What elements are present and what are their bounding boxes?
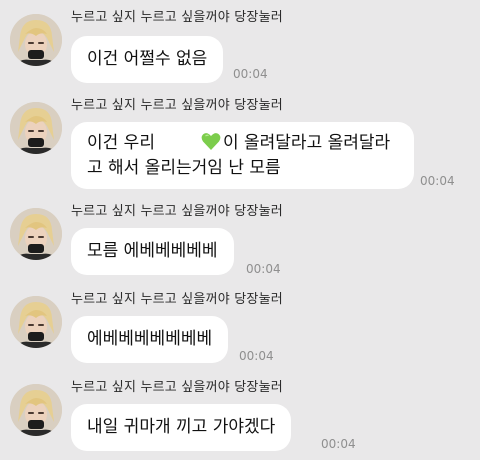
sender-name: 누르고 싶지 누르고 싶을꺼야 당장눌러 bbox=[71, 204, 283, 219]
message-bubble[interactable]: 이건 어쩔수 없음 bbox=[71, 36, 224, 83]
avatar[interactable] bbox=[10, 384, 62, 436]
message-time: 00:04 bbox=[321, 437, 356, 451]
message-text: 내일 귀마개 끼고 가야겠다 bbox=[87, 417, 276, 437]
message-time: 00:04 bbox=[233, 67, 268, 81]
avatar[interactable] bbox=[10, 102, 62, 154]
message-text: 모름 에베베베베베 bbox=[87, 241, 218, 261]
message-bubble[interactable]: 내일 귀마개 끼고 가야겠다 bbox=[71, 404, 292, 451]
message-time: 00:04 bbox=[420, 174, 455, 188]
message-line: 이건 우리 이 올려달라고 올려달라 bbox=[87, 131, 398, 156]
message-bubble[interactable]: 이건 우리 이 올려달라고 올려달라 고 해서 올리는거임 난 모름 bbox=[71, 122, 414, 189]
message-text: 이건 우리 bbox=[87, 133, 155, 153]
chat-area: 누르고 싶지 누르고 싶을꺼야 당장눌러 이건 어쩔수 없음 00:04 누르고… bbox=[0, 0, 480, 460]
message-text: 고 해서 올리는거임 난 모름 bbox=[87, 158, 281, 178]
sender-name: 누르고 싶지 누르고 싶을꺼야 당장눌러 bbox=[71, 292, 283, 307]
avatar[interactable] bbox=[10, 208, 62, 260]
message-time: 00:04 bbox=[239, 349, 274, 363]
profile-photo-icon bbox=[10, 384, 62, 436]
message-text: 이건 어쩔수 없음 bbox=[87, 49, 208, 69]
green-heart-icon bbox=[201, 133, 221, 150]
profile-photo-icon bbox=[10, 296, 62, 348]
message-text: 에베베베베베베베 bbox=[87, 329, 213, 349]
profile-photo-icon bbox=[10, 208, 62, 260]
sender-name: 누르고 싶지 누르고 싶을꺼야 당장눌러 bbox=[71, 380, 283, 395]
sender-name: 누르고 싶지 누르고 싶을꺼야 당장눌러 bbox=[71, 98, 283, 113]
profile-photo-icon bbox=[10, 102, 62, 154]
avatar[interactable] bbox=[10, 296, 62, 348]
message-bubble[interactable]: 에베베베베베베베 bbox=[71, 316, 229, 363]
avatar[interactable] bbox=[10, 14, 62, 66]
message-bubble[interactable]: 모름 에베베베베베 bbox=[71, 228, 234, 275]
message-time: 00:04 bbox=[246, 262, 281, 276]
message-text: 이 올려달라고 올려달라 bbox=[222, 133, 391, 153]
profile-photo-icon bbox=[10, 14, 62, 66]
sender-name: 누르고 싶지 누르고 싶을꺼야 당장눌러 bbox=[71, 10, 283, 25]
